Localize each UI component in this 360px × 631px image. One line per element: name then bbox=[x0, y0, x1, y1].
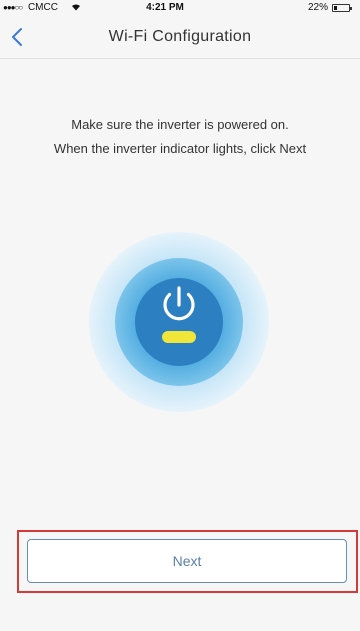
inverter-illustration bbox=[89, 232, 269, 412]
status-time: 4:21 PM bbox=[146, 2, 184, 13]
battery-icon bbox=[332, 3, 352, 12]
next-button[interactable]: Next bbox=[27, 539, 347, 583]
page-title: Wi-Fi Configuration bbox=[108, 28, 252, 45]
indicator-light bbox=[162, 331, 196, 343]
instruction-line-2: When the inverter indicator lights, clic… bbox=[53, 141, 307, 156]
wifi-configuration-screen: ●●●○○ CMCC 4:21 PM 22% Wi-Fi Configurati… bbox=[0, 0, 360, 631]
battery-status: 22% bbox=[307, 2, 352, 13]
battery-percent: 22% bbox=[307, 2, 328, 13]
instructions: Make sure the inverter is powered on. Wh… bbox=[0, 113, 360, 161]
instruction-line-1: Make sure the inverter is powered on. bbox=[71, 117, 289, 132]
status-bar: ●●●○○ CMCC 4:21 PM 22% bbox=[0, 0, 360, 16]
inverter-graphic bbox=[89, 232, 269, 412]
navigation-bar: Wi-Fi Configuration bbox=[0, 16, 360, 59]
